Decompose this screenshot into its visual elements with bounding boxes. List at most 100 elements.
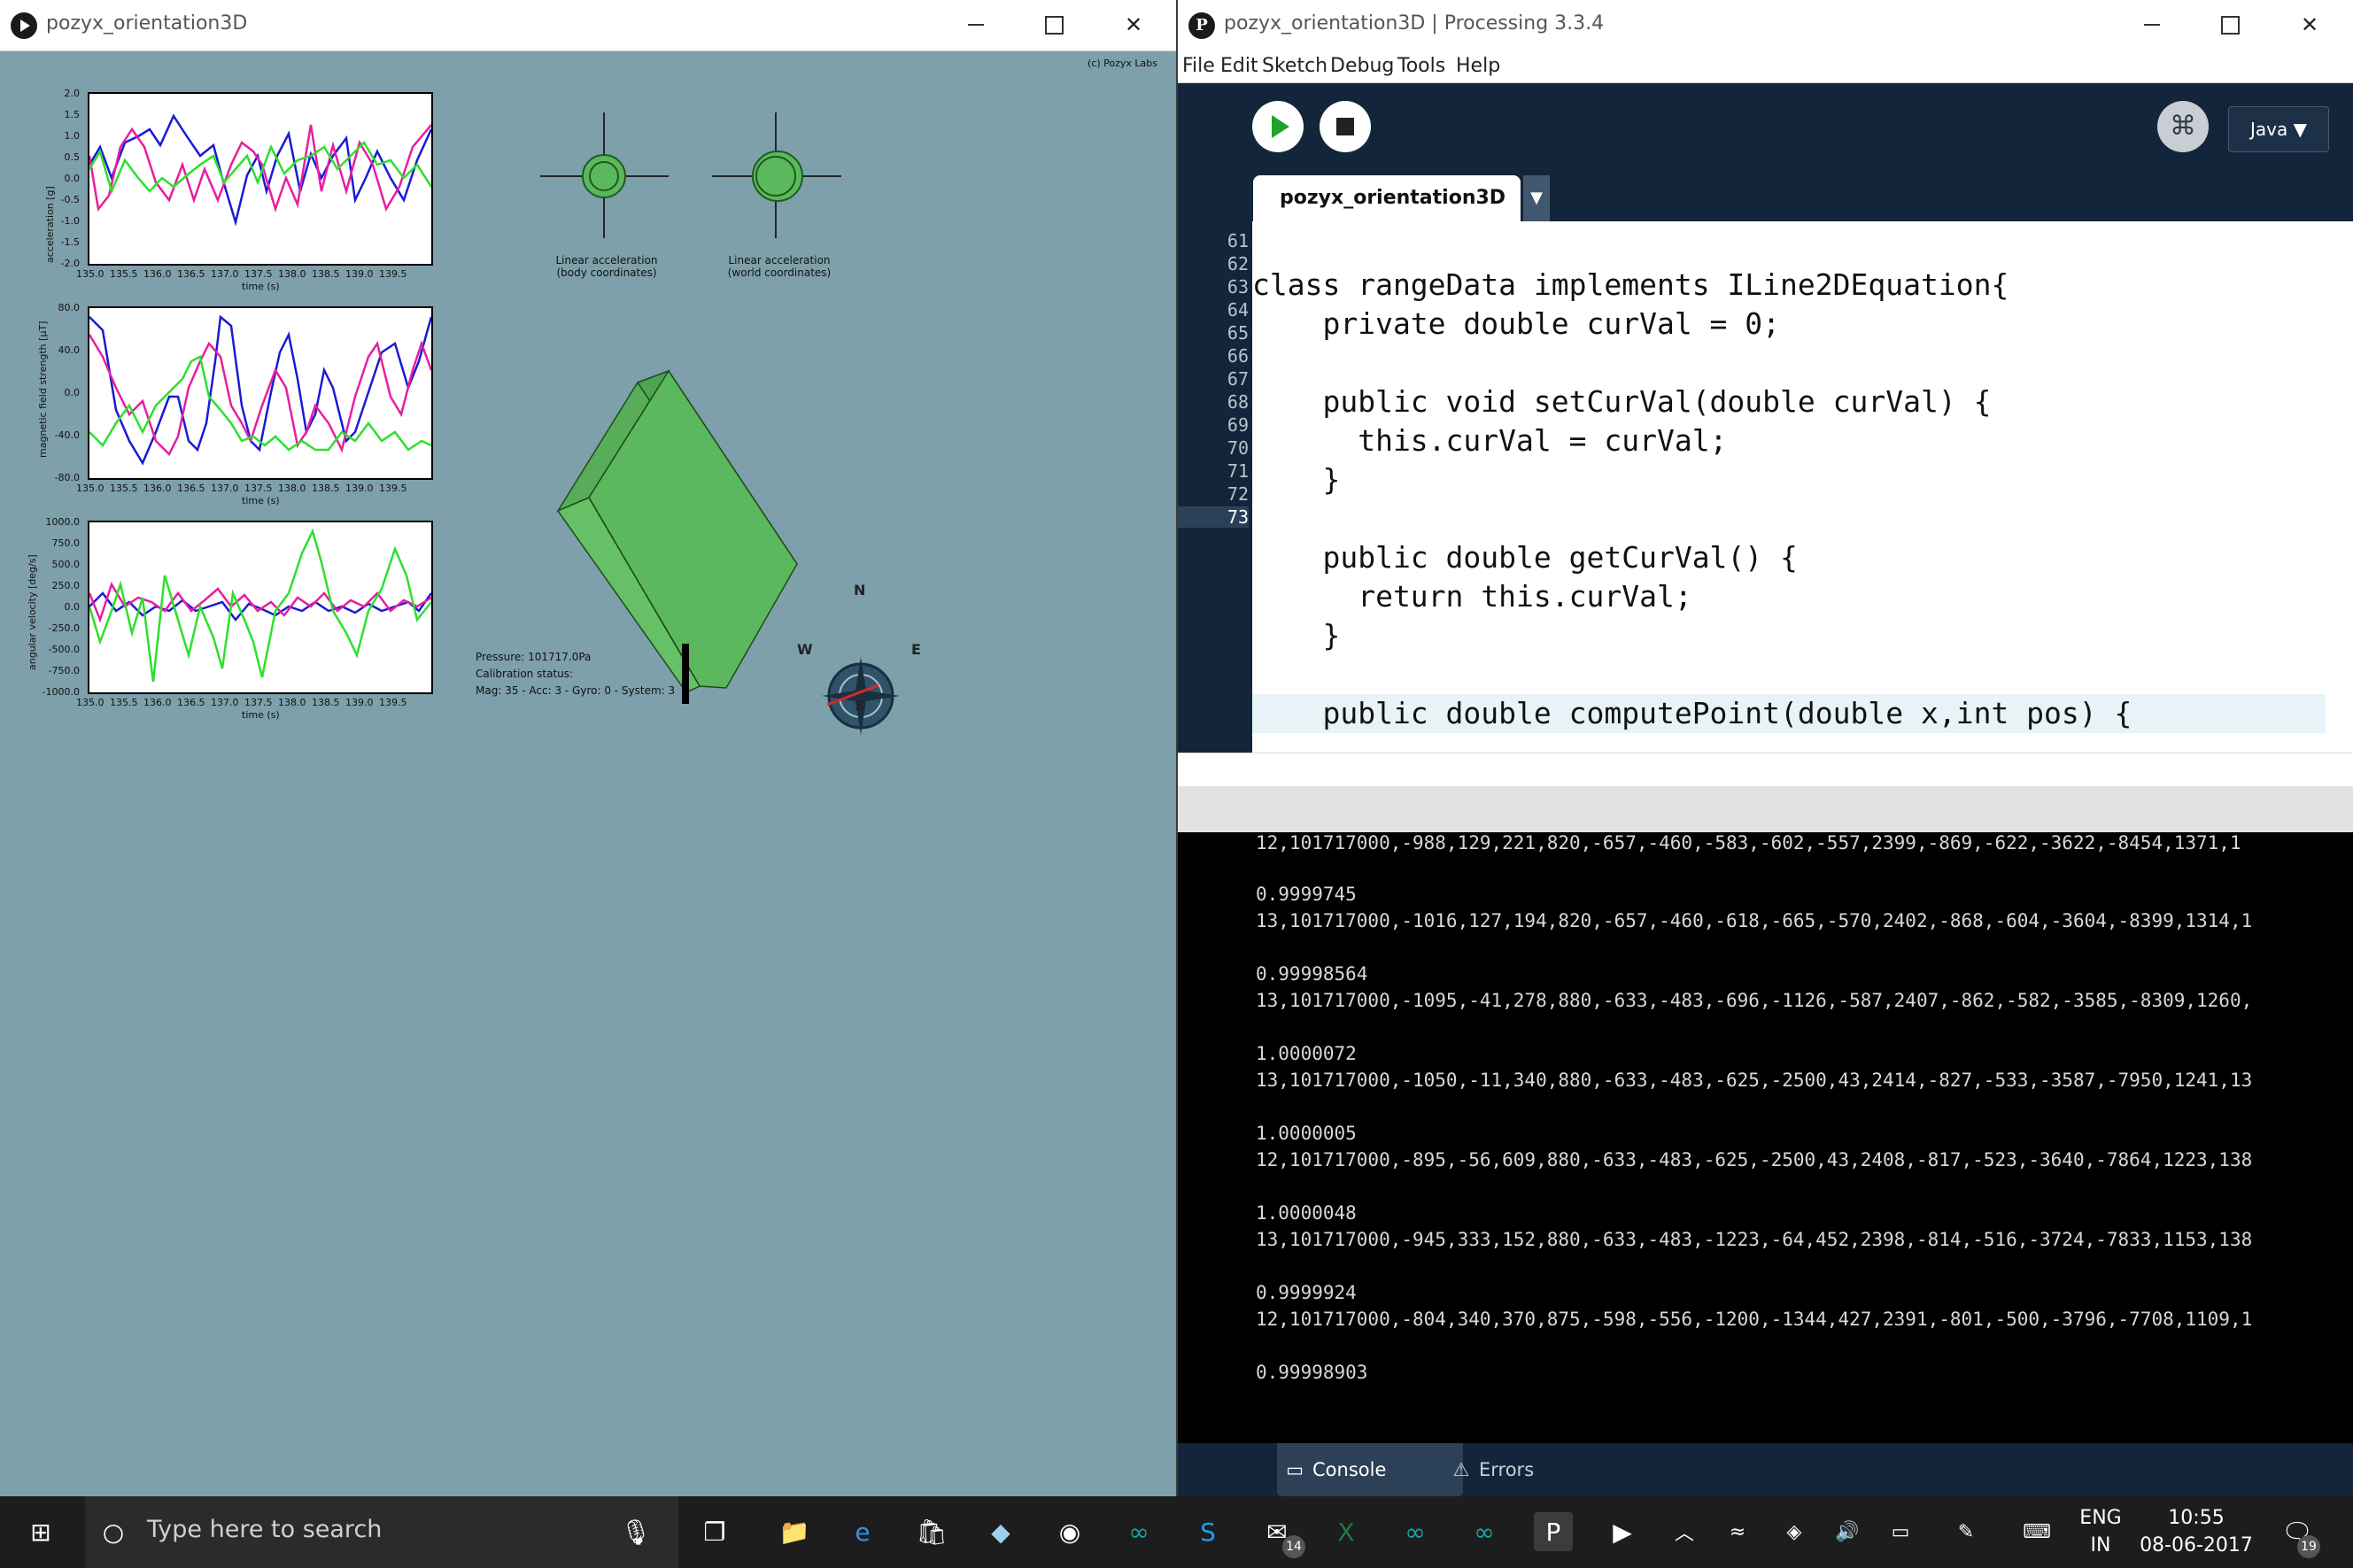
x-tick: 138.0 [278,697,306,708]
sketch-canvas[interactable]: (c) Pozyx Labs 2.0 1.5 1.0 0.5 0.0 -0.5 … [0,50,1176,1496]
arduino-icon-3[interactable]: ∞ [1465,1512,1504,1551]
editor-console-divider[interactable] [1178,786,2353,832]
x-tick: 138.5 [312,697,340,708]
taskbar-search-box[interactable]: ○ Type here to search 🎙 [85,1496,678,1568]
tab-menu-arrow[interactable]: ▼ [1523,175,1550,221]
clock-date: 08-06-2017 [2140,1534,2253,1556]
run-button[interactable] [1252,101,1304,152]
x-tick: 137.0 [211,268,239,280]
edge-browser-icon[interactable]: e [843,1512,882,1551]
console-line: 0.99998903 [1256,1362,1368,1383]
sketch-window-title: pozyx_orientation3D [46,12,248,35]
mail-badge: 14 [1282,1535,1305,1558]
arduino-icon-2[interactable]: ∞ [1396,1512,1435,1551]
keyboard-icon[interactable]: ⌨ [2017,1512,2056,1551]
app-icon[interactable]: ◆ [981,1512,1020,1551]
menu-edit[interactable]: Edit [1220,55,1258,77]
code-line-current: public double computePoint(double x,int … [1252,694,2326,733]
console-output[interactable]: 12,101717000,-988,129,221,820,-657,-460,… [1178,832,2353,1443]
pen-icon[interactable]: ✎ [1947,1512,1985,1551]
x-axis-label: time (s) [242,495,280,506]
console-line: 12,101717000,-895,-56,609,880,-633,-483,… [1256,1149,2253,1170]
code-line: this.curVal = curVal; [1252,423,1728,458]
world-accel-label-line1: Linear acceleration [728,254,831,266]
x-tick: 139.0 [345,268,374,280]
tray-expand-icon[interactable]: ︿ [1665,1512,1704,1551]
close-button[interactable]: ✕ [2292,7,2327,42]
compass-south: S [855,697,865,714]
x-tick: 139.0 [345,697,374,708]
windows-taskbar: ⊞ ○ Type here to search 🎙 ❐ 📁 e 🛍 ◆ ◉ ∞ … [0,1496,2353,1568]
language-indicator[interactable]: ENG IN [2072,1507,2129,1556]
y-axis-label: angular velocity [deg/s] [27,554,38,670]
task-view-icon[interactable]: ❐ [695,1512,734,1551]
console-line: 12,101717000,-988,129,221,820,-657,-460,… [1256,832,2241,854]
menu-file[interactable]: File [1182,55,1215,77]
start-button[interactable]: ⊞ [21,1512,60,1551]
cortana-icon: ○ [102,1517,125,1547]
editor-horizontal-scrollbar[interactable] [1178,753,2353,789]
region-label: IN [2090,1534,2111,1556]
code-line: private double curVal = 0; [1252,306,1781,341]
store-icon[interactable]: 🛍 [912,1512,951,1551]
y-tick: 0.5 [64,151,81,163]
wifi-icon[interactable]: ≈ [1718,1512,1757,1551]
console-line: 1.0000005 [1256,1123,1357,1144]
processing-taskbar-icon[interactable]: P [1534,1512,1573,1551]
file-explorer-icon[interactable]: 📁 [775,1512,814,1551]
menu-tools[interactable]: Tools [1397,55,1445,77]
maximize-button[interactable] [2212,7,2248,42]
console-line: 0.9999745 [1256,884,1357,905]
menu-debug[interactable]: Debug [1330,55,1394,77]
x-tick: 139.5 [379,697,407,708]
minimize-button[interactable] [2134,7,2170,42]
arduino-icon[interactable]: ∞ [1119,1512,1158,1551]
x-tick: 137.5 [244,483,273,494]
stop-button[interactable] [1320,101,1371,152]
volume-icon[interactable]: 🔊 [1828,1512,1867,1551]
dropbox-icon[interactable]: ◈ [1775,1512,1814,1551]
clock[interactable]: 10:55 08-06-2017 [2134,1507,2258,1556]
code-line: public void setCurVal(double curVal) { [1252,384,1992,419]
close-button[interactable]: ✕ [1116,7,1151,42]
skype-icon[interactable]: S [1188,1512,1227,1551]
magnetic-plot-area [88,306,433,480]
editor-tabs: pozyx_orientation3D ▼ [1178,172,2353,221]
sketch-window: pozyx_orientation3D ✕ (c) Pozyx Labs 2.0… [0,0,1178,1496]
line-number: 66 [1227,345,1249,367]
tab-pozyx-orientation3d[interactable]: pozyx_orientation3D [1253,175,1521,221]
menu-sketch[interactable]: Sketch [1262,55,1327,77]
acceleration-plot-area [88,92,433,266]
body-accel-label-line1: Linear acceleration [555,254,658,266]
y-tick: 1.0 [64,130,81,142]
microphone-icon[interactable]: 🎙 [616,1512,655,1551]
sketch-taskbar-icon[interactable]: ▶ [1603,1512,1642,1551]
menu-help[interactable]: Help [1456,55,1500,77]
mode-selector[interactable]: Java ▼ [2228,106,2329,152]
chrome-icon[interactable]: ◉ [1050,1512,1089,1551]
code-area[interactable]: class rangeData implements ILine2DEquati… [1252,221,2326,761]
tab-errors[interactable]: ⚠ Errors [1444,1443,1594,1496]
console-line: 1.0000072 [1256,1043,1357,1064]
acceleration-lines [88,113,433,227]
notification-badge: 19 [2297,1535,2320,1558]
maximize-button[interactable] [1036,7,1072,42]
tab-console[interactable]: ▭ Console [1277,1443,1463,1496]
console-line: 13,101717000,-1016,127,194,820,-657,-460… [1256,910,2253,931]
x-tick: 135.5 [110,268,138,280]
line-number: 65 [1227,322,1249,344]
excel-icon[interactable]: X [1327,1512,1366,1551]
console-tab-label: Console [1312,1459,1387,1480]
line-number: 61 [1227,230,1249,251]
console-tab-bar: ▭ Console ⚠ Errors [1178,1443,2353,1496]
editor-vertical-scrollbar[interactable] [2326,221,2353,753]
x-tick: 135.0 [76,483,104,494]
code-editor[interactable]: 61 62 63 64 65 66 67 68 69 70 71 72 73 c… [1178,221,2353,789]
battery-icon[interactable]: ▭ [1881,1512,1920,1551]
minimize-button[interactable] [958,7,994,42]
x-tick: 137.0 [211,697,239,708]
debug-button[interactable]: ⌘ [2157,101,2209,152]
compass-north: N [854,582,866,599]
x-tick: 135.0 [76,697,104,708]
